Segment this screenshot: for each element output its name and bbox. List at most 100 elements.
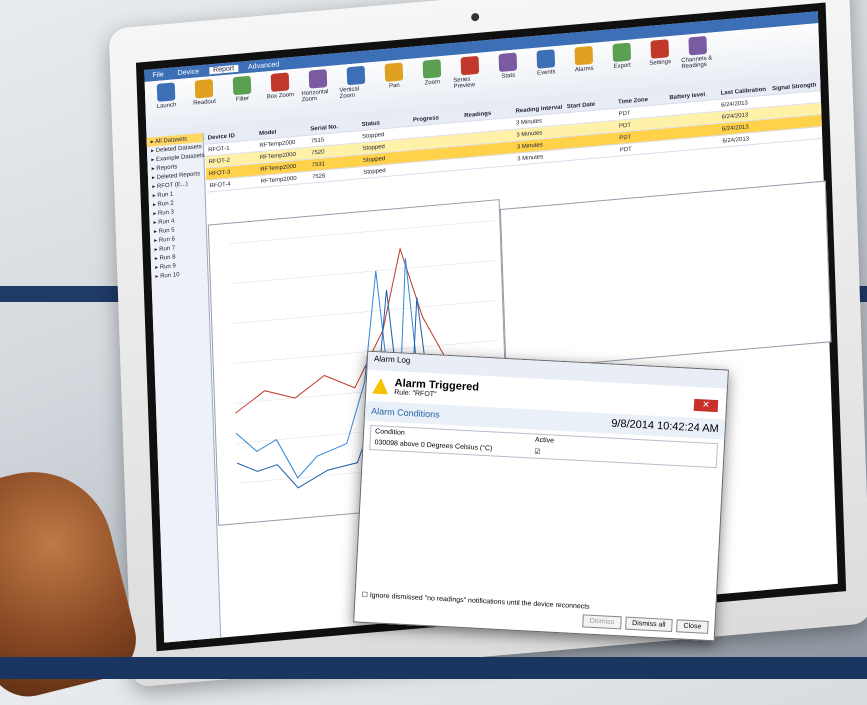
ribbon-button[interactable]: Series Preview bbox=[453, 55, 489, 114]
ribbon-button-label: Readout bbox=[193, 98, 216, 107]
alarm-log-dialog: Alarm Log Alarm Triggered Rule: "RFOT" ✕… bbox=[353, 350, 729, 642]
grid-cell: Readings bbox=[464, 110, 492, 119]
grid-cell bbox=[667, 105, 718, 109]
grid-cell: 7520 bbox=[311, 148, 325, 156]
grid-cell: Start Date bbox=[566, 101, 596, 110]
ignore-checkbox[interactable]: ☐ bbox=[361, 592, 368, 599]
ribbon-icon bbox=[422, 59, 442, 79]
grid-cell: Status bbox=[361, 119, 381, 128]
ribbon-icon bbox=[498, 52, 518, 73]
grid-cell: Last Calibration bbox=[720, 86, 767, 97]
ribbon-icon bbox=[460, 55, 480, 76]
grid-cell: 7526 bbox=[311, 172, 326, 180]
ribbon-button[interactable]: Settings bbox=[642, 39, 678, 98]
ribbon-button-label: Alarms bbox=[574, 65, 594, 74]
grid-cell: Device ID bbox=[207, 132, 235, 142]
ribbon-button-label: Box Zoom bbox=[266, 91, 295, 101]
ribbon-icon bbox=[270, 72, 290, 92]
ribbon-button[interactable]: Stats bbox=[491, 52, 527, 111]
grid-cell: 6/24/2013 bbox=[721, 99, 748, 109]
ribbon-button[interactable]: Horizontal Zoom bbox=[301, 68, 337, 127]
ribbon-icon bbox=[612, 42, 632, 63]
grid-cell: PDT bbox=[619, 146, 632, 154]
ribbon-button[interactable]: Launch bbox=[149, 82, 185, 141]
ribbon-button[interactable]: Events bbox=[529, 49, 565, 108]
tab-advanced[interactable]: Advanced bbox=[244, 60, 283, 71]
grid-cell bbox=[770, 108, 821, 112]
ribbon-button-label: Vertical Zoom bbox=[339, 86, 360, 100]
grid-cell: RFTemp2000 bbox=[259, 151, 296, 161]
grid-cell: PDT bbox=[618, 110, 631, 118]
ribbon-icon bbox=[574, 45, 594, 66]
grid-cell: Reading Interval bbox=[515, 104, 563, 115]
ribbon-button[interactable]: Zoom bbox=[415, 58, 451, 117]
grid-cell bbox=[667, 117, 718, 121]
tab-file[interactable]: File bbox=[148, 70, 168, 79]
ribbon-button-label: Zoom bbox=[424, 79, 441, 87]
ribbon-button[interactable]: Vertical Zoom bbox=[339, 65, 375, 124]
ribbon-icon bbox=[688, 35, 708, 56]
ribbon-button[interactable]: Box Zoom bbox=[263, 72, 299, 131]
ribbon-button-label: Events bbox=[537, 69, 556, 77]
close-icon[interactable]: ✕ bbox=[693, 398, 719, 413]
ribbon-icon bbox=[650, 39, 670, 59]
grid-cell: Progress bbox=[412, 114, 440, 124]
grid-cell: 3 Minutes bbox=[516, 141, 543, 151]
ribbon-button-label: Export bbox=[613, 62, 632, 71]
grid-cell: 3 Minutes bbox=[516, 129, 543, 139]
grid-cell: RFOT-1 bbox=[208, 145, 230, 153]
grid-cell: Stopped bbox=[363, 167, 386, 176]
grid-cell bbox=[410, 128, 461, 132]
ribbon-icon bbox=[536, 49, 556, 69]
background-footer-band bbox=[0, 657, 867, 679]
grid-cell: Signal Strength bbox=[771, 81, 817, 92]
dismiss-all-button[interactable]: Dismiss all bbox=[624, 616, 673, 633]
grid-cell: PDT bbox=[618, 122, 632, 130]
alarm-date: 9/8/2014 10:42:24 AM bbox=[610, 417, 720, 436]
ribbon-icon bbox=[232, 75, 252, 96]
grid-cell bbox=[565, 138, 616, 142]
grid-cell: Serial No. bbox=[310, 123, 339, 133]
ribbon-button[interactable]: Alarms bbox=[566, 45, 602, 104]
grid-cell bbox=[411, 152, 462, 156]
alarm-conditions-label: Alarm Conditions bbox=[370, 406, 440, 420]
grid-cell: 3 Minutes bbox=[515, 117, 543, 127]
ribbon-button[interactable]: Export bbox=[604, 42, 640, 101]
ribbon-icon bbox=[308, 69, 328, 89]
grid-cell: 7531 bbox=[311, 160, 326, 168]
grid-cell bbox=[462, 147, 513, 151]
grid-cell bbox=[771, 132, 822, 136]
warning-icon bbox=[372, 378, 389, 395]
grid-cell: 7515 bbox=[310, 136, 325, 145]
ribbon-icon bbox=[384, 62, 404, 82]
dismiss-button[interactable]: Dismiss bbox=[582, 614, 622, 630]
grid-cell: 6/24/2013 bbox=[721, 123, 749, 133]
grid-cell bbox=[565, 126, 616, 130]
ribbon-button-label: Launch bbox=[156, 102, 177, 110]
grid-cell bbox=[668, 129, 719, 133]
ribbon-button[interactable]: Filter bbox=[225, 75, 261, 134]
grid-cell bbox=[566, 150, 617, 154]
ribbon-button[interactable]: Channels & Readings bbox=[680, 35, 716, 94]
grid-cell: 3 Minutes bbox=[517, 153, 544, 163]
grid-cell: Stopped bbox=[361, 131, 385, 140]
grid-cell: PDT bbox=[619, 134, 632, 142]
grid-cell bbox=[462, 123, 513, 127]
ribbon-button[interactable]: Pan bbox=[377, 62, 413, 121]
ribbon-button-label: Settings bbox=[649, 59, 672, 67]
grid-cell bbox=[564, 114, 615, 118]
webcam bbox=[471, 12, 480, 22]
tab-device[interactable]: Device bbox=[174, 67, 204, 77]
grid-cell bbox=[463, 159, 514, 163]
ribbon-button-label: Pan bbox=[388, 82, 400, 90]
tab-report[interactable]: Report bbox=[208, 64, 239, 74]
ribbon-icon bbox=[346, 65, 366, 86]
ribbon-button-label: Series Preview bbox=[453, 76, 476, 91]
grid-cell: 6/24/2013 bbox=[722, 135, 750, 145]
grid-cell: RFTemp2000 bbox=[260, 163, 297, 173]
grid-cell bbox=[770, 120, 821, 124]
grid-cell: Time Zone bbox=[618, 96, 649, 106]
ribbon-icon bbox=[156, 82, 176, 102]
ribbon-button[interactable]: Readout bbox=[187, 78, 223, 137]
close-button[interactable]: Close bbox=[676, 619, 709, 634]
